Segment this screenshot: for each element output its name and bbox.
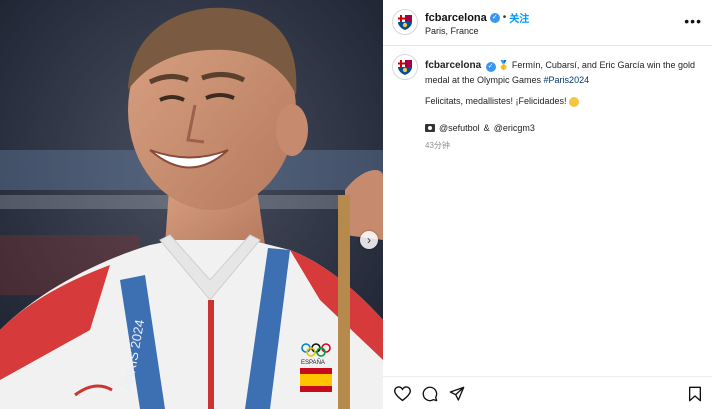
ampersand: & <box>483 123 490 133</box>
share-icon[interactable] <box>449 386 465 402</box>
camera-icon <box>425 124 435 132</box>
account-line: fcbarcelona ✓ • 关注 <box>425 10 529 26</box>
caption-avatar[interactable] <box>392 54 418 80</box>
verified-badge-icon: ✓ <box>489 12 500 23</box>
more-options-icon[interactable]: ••• <box>684 14 702 28</box>
mention-link-2[interactable]: @ericgm3 <box>494 123 535 133</box>
comment-icon[interactable] <box>422 386 438 402</box>
clapping-hands-icon <box>569 96 580 107</box>
location-link[interactable]: Paris, France <box>425 26 479 36</box>
athlete-photo-illustration: PARIS 2024 ESPAÑA <box>0 0 383 409</box>
verified-badge-icon: ✓ <box>485 62 496 72</box>
mention-link-1[interactable]: @sefutbol <box>439 123 480 133</box>
carousel-next-button[interactable]: › <box>360 231 378 249</box>
bookmark-icon[interactable] <box>688 386 702 402</box>
fcb-crest-icon <box>398 60 412 75</box>
post-side-panel: fcbarcelona ✓ • 关注 Paris, France ••• fcb… <box>383 0 712 409</box>
post-photo[interactable]: PARIS 2024 ESPAÑA › <box>0 0 383 409</box>
follow-button[interactable]: 关注 <box>509 10 529 25</box>
post-timestamp: 43分钟 <box>425 141 450 150</box>
caption-paragraph-2: Felicitats, medallistes! ¡Felicidades! <box>425 96 580 107</box>
account-avatar[interactable] <box>392 9 418 35</box>
badge-text: ESPAÑA <box>301 359 325 366</box>
heart-icon[interactable] <box>394 386 411 402</box>
fcb-crest-icon <box>398 15 412 30</box>
action-bar <box>383 376 712 409</box>
post-header: fcbarcelona ✓ • 关注 Paris, France ••• <box>383 0 712 46</box>
caption-text: fcbarcelona ✓ 🥇 Fermín, Cubarsí, and Eri… <box>425 58 705 87</box>
gold-medal-icon: 🥇 <box>498 60 510 70</box>
hashtag-link[interactable]: #Paris2024 <box>544 75 590 85</box>
caption-credits: @sefutbol & @ericgm3 <box>425 123 535 133</box>
separator-dot: • <box>502 12 507 23</box>
caption-account-link[interactable]: fcbarcelona <box>425 60 481 71</box>
caption-line2-text: Felicitats, medallistes! ¡Felicidades! <box>425 96 567 106</box>
account-name-link[interactable]: fcbarcelona <box>425 12 487 24</box>
